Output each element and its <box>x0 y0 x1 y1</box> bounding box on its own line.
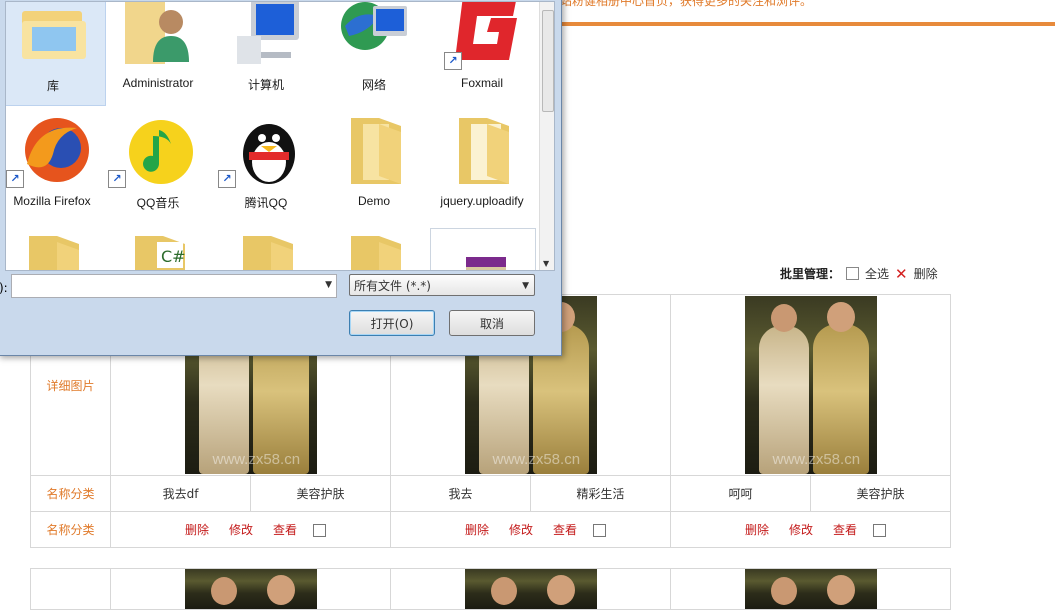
photo-cell <box>110 568 391 610</box>
computer-icon <box>237 2 299 64</box>
delete-x-icon[interactable]: ✕ <box>895 266 908 281</box>
filetype-select[interactable]: 所有文件 (*.*) ▼ <box>349 274 535 296</box>
album-photo[interactable]: www.zx58.cn <box>744 296 877 474</box>
edit-link[interactable]: 修改 <box>229 523 253 537</box>
folder-icon <box>243 236 293 270</box>
file-item-folder[interactable] <box>322 228 426 270</box>
shortcut-arrow-icon: ↗ <box>6 170 24 188</box>
vertical-scrollbar[interactable]: ▼ <box>539 2 554 270</box>
ops-label: 名称分类 <box>30 511 111 548</box>
folder-icon <box>351 118 401 184</box>
file-list-view: 库 Administrator 计算机 网络 ↗ Foxmail ↗ Mozil… <box>5 1 555 271</box>
folder-icon <box>351 236 401 270</box>
filetype-value: 所有文件 (*.*) <box>354 279 431 293</box>
item-name: 呵呵 <box>670 475 811 512</box>
dropdown-arrow-icon[interactable]: ▼ <box>325 280 332 290</box>
qq-penguin-icon <box>243 124 295 184</box>
firefox-icon <box>25 118 89 182</box>
item-checkbox[interactable] <box>313 524 327 537</box>
batch-management: 批里管理： 全选 ✕ 删除 <box>780 265 938 282</box>
select-all-label[interactable]: 全选 <box>865 265 889 282</box>
item-name: 我去df <box>110 475 251 512</box>
winrar-archive-icon <box>466 257 506 270</box>
file-open-dialog: 库 Administrator 计算机 网络 ↗ Foxmail ↗ Mozil… <box>0 0 562 356</box>
name-category-label: 名称分类 <box>30 475 111 512</box>
view-link[interactable]: 查看 <box>833 523 857 537</box>
file-item-firefox[interactable]: ↗ Mozilla Firefox <box>6 110 104 222</box>
filename-label: ): <box>0 281 8 295</box>
scrollbar-thumb[interactable] <box>542 10 554 112</box>
batch-label: 批里管理： <box>780 267 841 281</box>
edit-link[interactable]: 修改 <box>509 523 533 537</box>
detail-label-cell <box>30 568 111 610</box>
shortcut-arrow-icon: ↗ <box>218 170 236 188</box>
item-actions: 删除 修改 查看 <box>670 511 951 548</box>
file-item-qqmusic[interactable]: ↗ QQ音乐 <box>106 110 210 222</box>
item-checkbox[interactable] <box>873 524 887 537</box>
album-photo[interactable] <box>464 569 597 609</box>
item-category: 美容护肤 <box>810 475 951 512</box>
edit-link[interactable]: 修改 <box>789 523 813 537</box>
delete-link[interactable]: 删除 <box>185 523 209 537</box>
file-item-foxmail[interactable]: ↗ Foxmail <box>430 2 534 104</box>
file-item-csharp-folder[interactable]: C# <box>106 228 210 270</box>
delete-link[interactable]: 删除 <box>465 523 489 537</box>
view-link[interactable]: 查看 <box>273 523 297 537</box>
folder-icon <box>29 236 79 270</box>
scroll-down-arrow-icon[interactable]: ▼ <box>543 259 549 268</box>
file-item-qq[interactable]: ↗ 腾讯QQ <box>214 110 318 222</box>
delete-link[interactable]: 删除 <box>745 523 769 537</box>
item-name: 我去 <box>390 475 531 512</box>
item-checkbox[interactable] <box>593 524 607 537</box>
filename-input[interactable]: ▼ <box>11 274 337 298</box>
svg-text:C#: C# <box>161 247 186 266</box>
select-all-checkbox[interactable] <box>846 267 860 280</box>
top-note: 站粉健相册中心首页，获得更多的关注和浏评。 <box>560 0 813 8</box>
folder-icon <box>459 118 509 184</box>
item-actions: 删除 修改 查看 <box>110 511 391 548</box>
file-item-folder[interactable] <box>214 228 318 270</box>
photo-cell: www.zx58.cn <box>670 294 951 476</box>
orange-divider <box>560 22 1055 26</box>
open-button[interactable]: 打开(O) <box>349 310 435 336</box>
file-item-folder[interactable] <box>6 228 104 270</box>
shortcut-arrow-icon: ↗ <box>444 52 462 70</box>
network-icon <box>341 2 407 50</box>
album-photo[interactable] <box>744 569 877 609</box>
album-photo[interactable] <box>184 569 317 609</box>
file-item-administrator[interactable]: Administrator <box>106 2 210 104</box>
file-item-uploadify[interactable]: jquery.uploadify <box>430 110 534 222</box>
batch-delete-label[interactable]: 删除 <box>914 265 938 282</box>
file-item-library[interactable]: 库 <box>6 2 106 106</box>
user-folder-icon <box>125 2 189 64</box>
item-category: 美容护肤 <box>250 475 391 512</box>
album-grid-2 <box>30 568 951 610</box>
file-item-computer[interactable]: 计算机 <box>214 2 318 104</box>
item-actions: 删除 修改 查看 <box>390 511 671 548</box>
qqmusic-icon <box>129 120 193 184</box>
file-item-demo[interactable]: Demo <box>322 110 426 222</box>
cancel-button[interactable]: 取消 <box>449 310 535 336</box>
item-category: 精彩生活 <box>530 475 671 512</box>
dropdown-arrow-icon[interactable]: ▼ <box>522 275 529 297</box>
library-icon <box>22 11 86 59</box>
shortcut-arrow-icon: ↗ <box>108 170 126 188</box>
photo-cell <box>670 568 951 610</box>
photo-cell <box>390 568 671 610</box>
view-link[interactable]: 查看 <box>553 523 577 537</box>
csharp-folder-icon: C# <box>135 236 186 270</box>
file-item-network[interactable]: 网络 <box>322 2 426 104</box>
file-item-archive[interactable] <box>430 228 536 270</box>
